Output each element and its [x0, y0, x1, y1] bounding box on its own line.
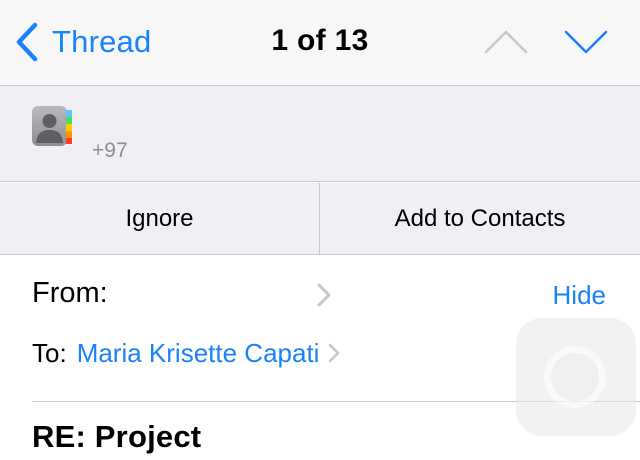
message-position-title: 1 of 13 — [271, 24, 369, 57]
chevron-right-icon[interactable] — [327, 342, 341, 364]
ignore-button[interactable]: Ignore — [0, 183, 320, 255]
from-row[interactable]: From: Hide — [32, 275, 622, 315]
message-subject: RE: Project — [32, 419, 202, 454]
unknown-sender-banner: +97 — [0, 86, 640, 182]
to-row: To: Maria Krisette Capati — [32, 333, 452, 373]
add-to-contacts-button[interactable]: Add to Contacts — [320, 183, 640, 255]
contact-card-icon — [32, 106, 72, 146]
chevron-right-icon[interactable] — [316, 282, 332, 308]
assistive-touch-dot — [551, 353, 599, 401]
navigation-bar: Thread 1 of 13 — [0, 0, 640, 86]
sender-action-bar: Ignore Add to Contacts — [0, 183, 640, 255]
sender-phone-number: +97 — [92, 139, 128, 162]
next-message-chevron-down-icon[interactable] — [564, 26, 608, 60]
to-label: To: — [32, 337, 67, 368]
assistive-touch-ring — [544, 346, 606, 408]
previous-message-chevron-up-icon[interactable] — [484, 26, 528, 60]
from-label: From: — [32, 277, 108, 309]
assistive-touch-button[interactable] — [516, 318, 636, 436]
recipient-name[interactable]: Maria Krisette Capati — [77, 338, 320, 369]
hide-details-link[interactable]: Hide — [553, 280, 606, 311]
